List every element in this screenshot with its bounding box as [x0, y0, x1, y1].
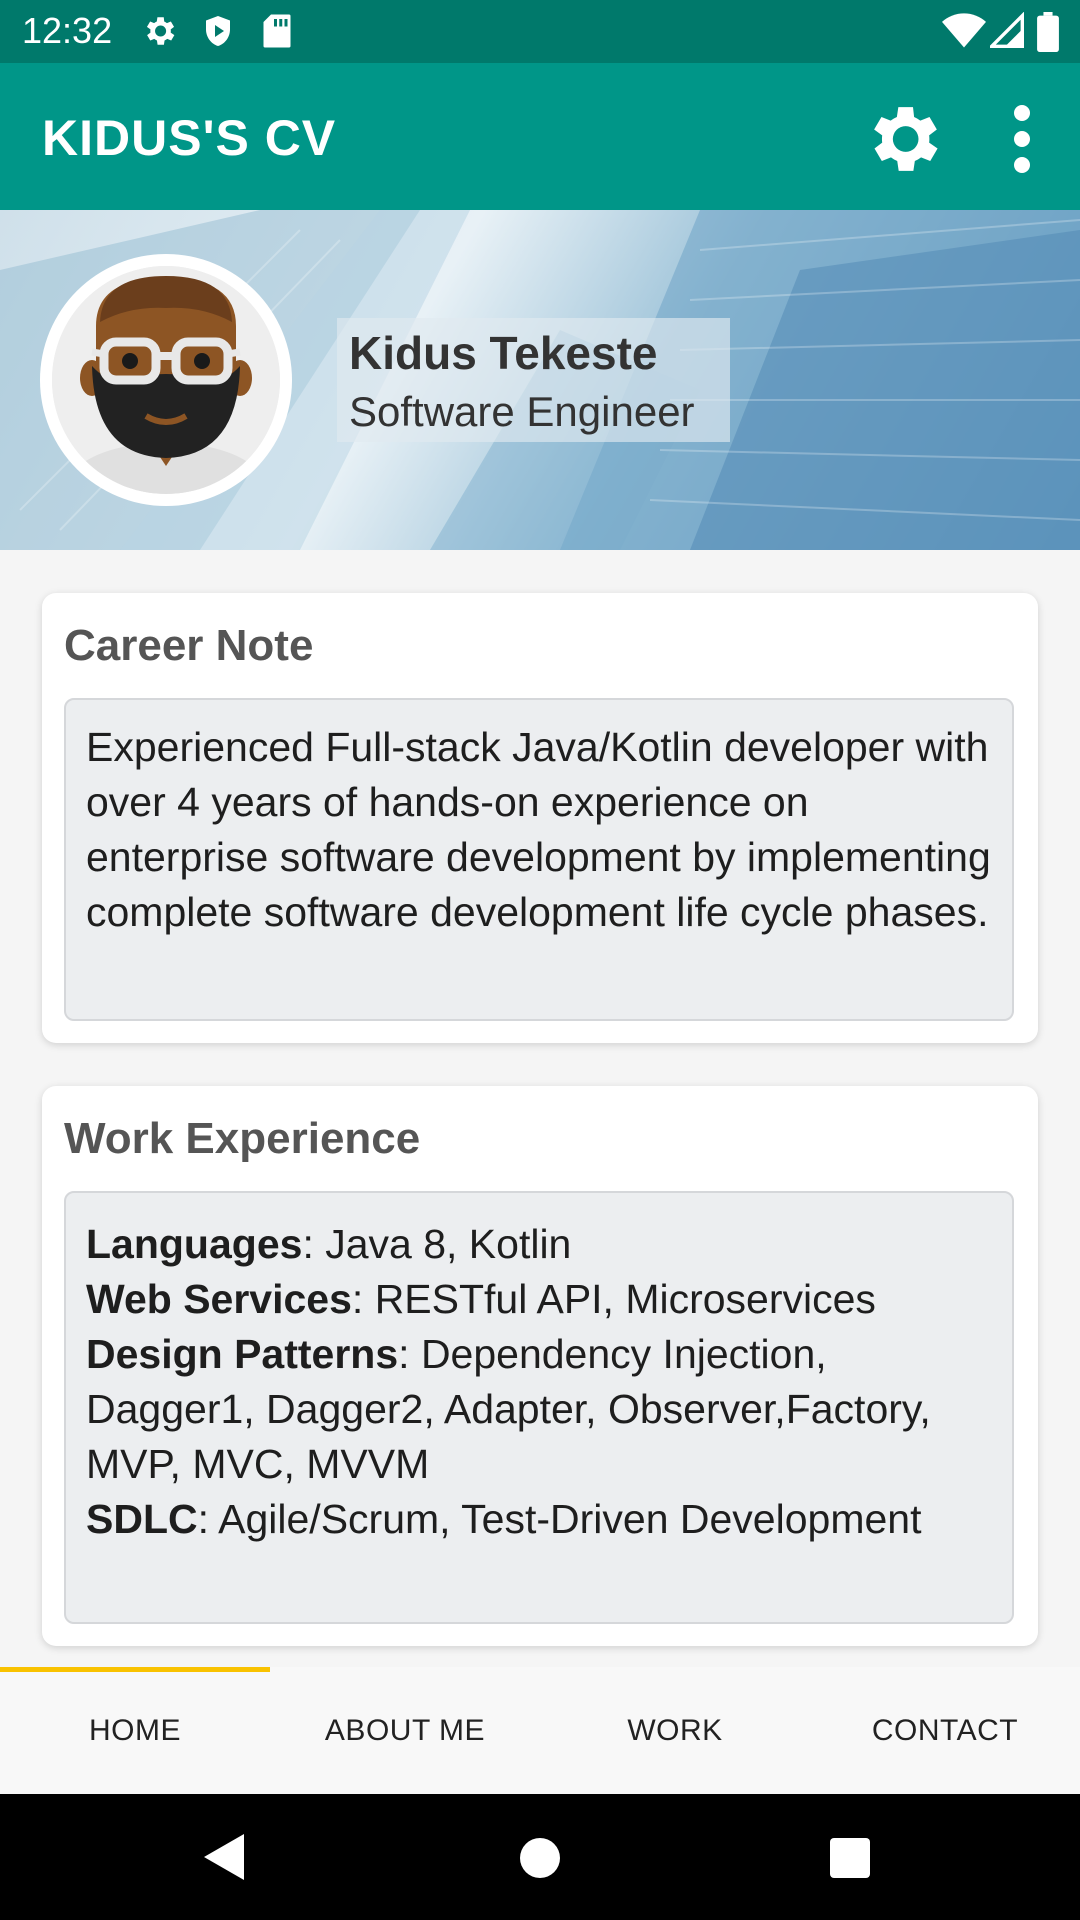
recents-icon[interactable]	[830, 1838, 870, 1878]
skill-item: SDLC: Agile/Scrum, Test-Driven Developme…	[86, 1492, 992, 1547]
app-title: KIDUS'S CV	[42, 110, 337, 166]
career-note-title: Career Note	[64, 621, 314, 670]
settings-icon[interactable]	[858, 95, 946, 183]
avatar	[40, 254, 292, 506]
back-icon[interactable]	[204, 1834, 244, 1880]
signal-icon	[990, 12, 1024, 48]
name-box: Kidus Tekeste Software Engineer	[337, 318, 730, 442]
tab-contact[interactable]: CONTACT	[810, 1667, 1080, 1794]
profile-banner: Kidus Tekeste Software Engineer	[0, 210, 1080, 550]
skill-item: Design Patterns: Dependency Injection, D…	[86, 1327, 992, 1492]
skill-value: : Agile/Scrum, Test-Driven Development	[197, 1496, 922, 1542]
skill-item: Languages: Java 8, Kotlin	[86, 1217, 992, 1272]
skill-label: Design Patterns	[86, 1331, 399, 1377]
gear-icon	[146, 17, 175, 45]
status-time: 12:32	[22, 10, 113, 51]
app-bar: KIDUS'S CV	[0, 63, 1080, 210]
tab-about-me[interactable]: ABOUT ME	[270, 1667, 540, 1794]
skill-value: : RESTful API, Microservices	[351, 1276, 876, 1322]
more-vert-icon[interactable]	[1002, 103, 1042, 175]
tab-home[interactable]: HOME	[0, 1667, 270, 1794]
work-experience-card: Work Experience Languages: Java 8, Kotli…	[42, 1086, 1038, 1646]
skill-label: Languages	[86, 1221, 303, 1267]
skill-value: : Java 8, Kotlin	[302, 1221, 572, 1267]
home-icon[interactable]	[520, 1838, 560, 1878]
career-note-card: Career Note Experienced Full-stack Java/…	[42, 593, 1038, 1043]
shield-icon	[206, 16, 230, 46]
sd-card-icon	[263, 14, 291, 48]
system-nav-bar	[0, 1794, 1080, 1920]
profile-name: Kidus Tekeste	[349, 327, 658, 379]
skill-item: Web Services: RESTful API, Microservices	[86, 1272, 992, 1327]
person-avatar-illustration	[52, 266, 280, 494]
profile-role: Software Engineer	[349, 388, 695, 435]
work-experience-body: Languages: Java 8, Kotlin Web Services: …	[64, 1191, 1014, 1624]
skill-label: SDLC	[86, 1496, 198, 1542]
bottom-tab-bar: HOME ABOUT ME WORK CONTACT	[0, 1667, 1080, 1794]
skill-label: Web Services	[86, 1276, 352, 1322]
avatar-image	[52, 266, 280, 494]
tab-work[interactable]: WORK	[540, 1667, 810, 1794]
work-experience-title: Work Experience	[64, 1114, 421, 1163]
wifi-icon	[942, 13, 986, 48]
career-note-body: Experienced Full-stack Java/Kotlin devel…	[64, 698, 1014, 1021]
battery-icon	[1037, 12, 1059, 52]
status-bar: 12:32	[0, 0, 1080, 63]
career-note-text: Experienced Full-stack Java/Kotlin devel…	[86, 724, 991, 935]
